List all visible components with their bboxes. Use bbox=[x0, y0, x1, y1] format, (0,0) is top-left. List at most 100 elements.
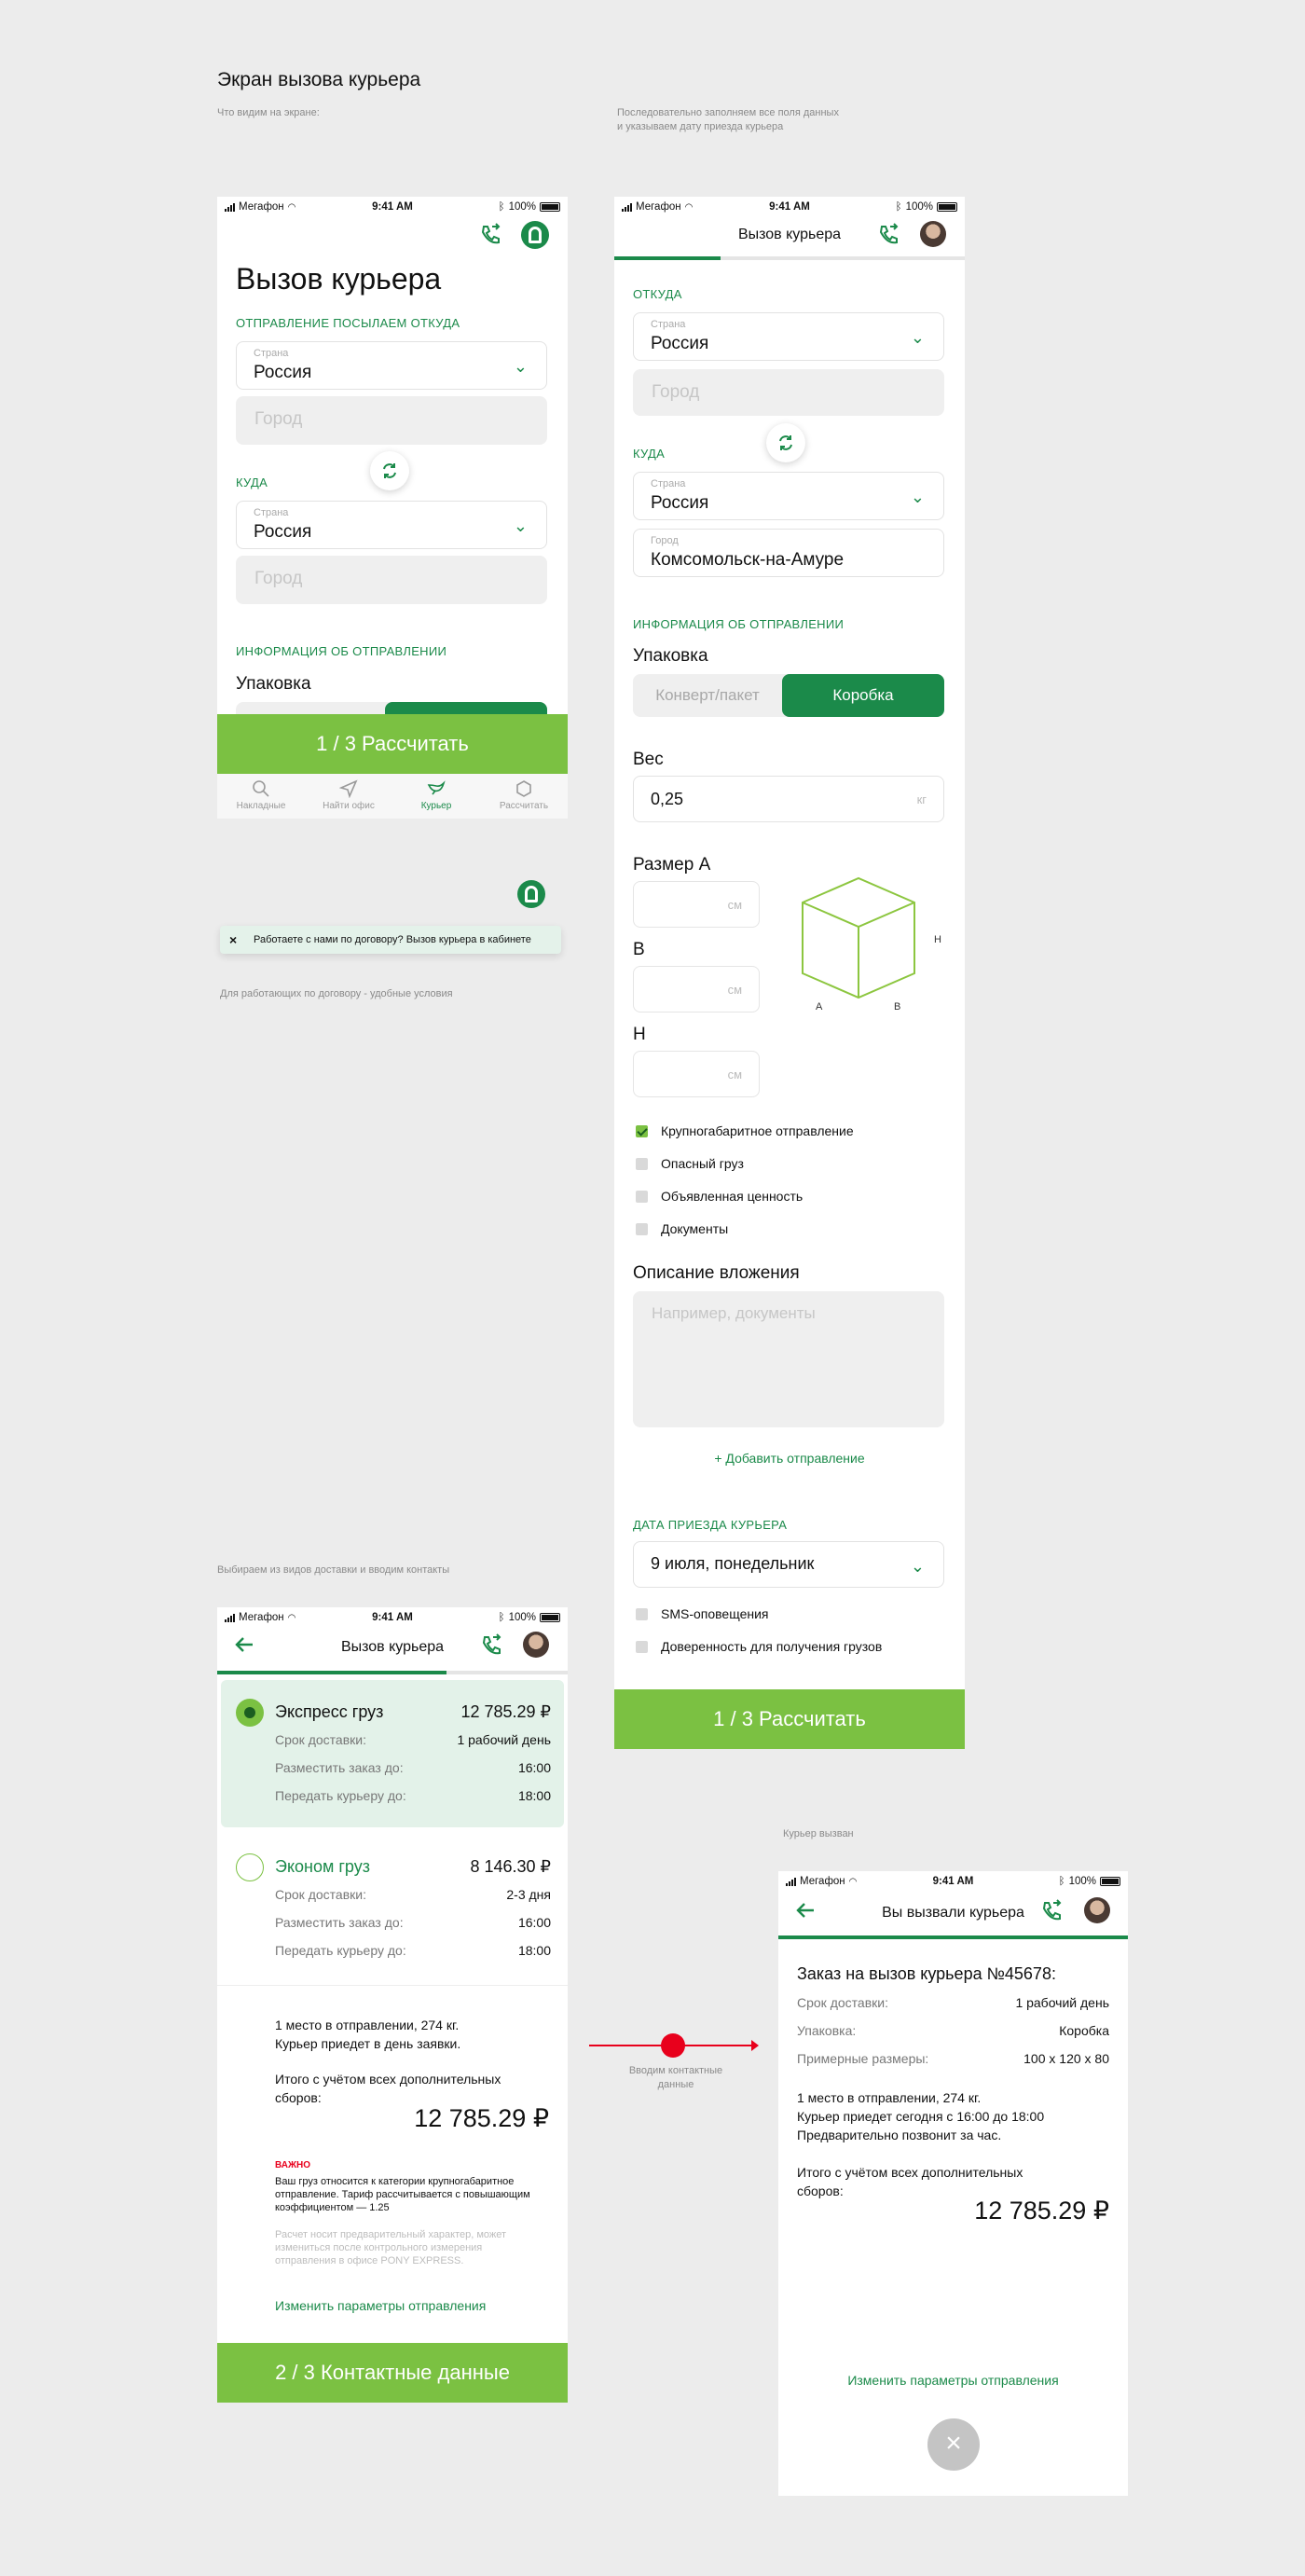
avatar[interactable] bbox=[523, 1632, 549, 1658]
profile-avatar[interactable] bbox=[517, 880, 545, 908]
row-value: 2-3 дня bbox=[506, 1887, 551, 1902]
checkbox-label: Объявленная ценность bbox=[661, 1189, 804, 1204]
summary-text: 1 место в отправлении, 274 кг. Курьер пр… bbox=[275, 2016, 460, 2053]
change-params-link[interactable]: Изменить параметры отправления bbox=[275, 2298, 486, 2313]
size-b-input[interactable]: см bbox=[633, 966, 760, 1012]
add-shipment-link[interactable]: + Добавить отправление bbox=[614, 1451, 965, 1466]
packaging-option-envelope[interactable]: Конверт/пакет bbox=[633, 674, 782, 717]
status-bar: Мегафон ◠ 9:41 AM ᛒ 100% bbox=[778, 1871, 1128, 1892]
radio-unselected[interactable] bbox=[236, 1853, 264, 1881]
description-textarea[interactable]: Например, документы bbox=[633, 1291, 944, 1427]
row-key: Срок доставки: bbox=[275, 1887, 366, 1902]
swap-direction-button[interactable] bbox=[766, 423, 805, 462]
row-value: 1 рабочий день bbox=[1015, 1995, 1109, 2010]
avatar[interactable] bbox=[920, 221, 946, 247]
calculate-button[interactable]: 1 / 3 Рассчитать bbox=[614, 1689, 965, 1749]
city-input-from[interactable]: Город bbox=[236, 396, 547, 445]
size-h-input[interactable]: см bbox=[633, 1051, 760, 1097]
battery-percent: 100% bbox=[508, 201, 536, 213]
header-title: Вызов курьера bbox=[340, 1639, 445, 1655]
tab-invoices[interactable]: Накладные bbox=[217, 774, 305, 819]
disclaimer-line: отправления в офисе PONY EXPRESS. bbox=[275, 2255, 464, 2266]
checkbox-icon bbox=[636, 1157, 648, 1170]
close-button[interactable]: × bbox=[927, 2418, 980, 2471]
chevron-down-icon: ⌄ bbox=[910, 1557, 925, 1576]
battery-icon bbox=[1100, 1877, 1120, 1886]
checkbox-power-of-attorney[interactable]: Доверенность для получения грузов bbox=[636, 1639, 882, 1654]
avatar[interactable] bbox=[1084, 1897, 1110, 1923]
section-from: ОТПРАВЛЕНИЕ ПОСЫЛАЕМ ОТКУДА bbox=[236, 316, 460, 330]
city-input-from[interactable]: Город bbox=[633, 369, 944, 416]
country-select-from[interactable]: Страна Россия ⌄ bbox=[633, 312, 944, 361]
disclaimer-text: Расчет носит предварительный характер, м… bbox=[275, 2228, 506, 2267]
phone-call-icon[interactable] bbox=[1039, 1899, 1064, 1928]
option-name: Экспресс груз bbox=[275, 1702, 384, 1721]
row-key: Примерные размеры: bbox=[797, 2051, 929, 2066]
tab-calculate[interactable]: Рассчитать bbox=[480, 774, 568, 819]
tab-find-office[interactable]: Найти офис bbox=[305, 774, 392, 819]
row-key: Передать курьеру до: bbox=[275, 1788, 406, 1803]
profile-avatar[interactable] bbox=[521, 221, 549, 249]
important-text: Ваш груз относится к категории крупногаб… bbox=[275, 2175, 530, 2214]
info-line: Предварительно позвонит за час. bbox=[797, 2128, 1002, 2142]
flow-dot bbox=[661, 2033, 685, 2058]
country-select-from[interactable]: Страна Россия ⌄ bbox=[236, 341, 547, 390]
section-from: ОТКУДА bbox=[633, 287, 682, 301]
radio-selected[interactable] bbox=[236, 1699, 264, 1727]
country-select-to[interactable]: Страна Россия ⌄ bbox=[236, 501, 547, 549]
location-arrow-icon bbox=[338, 779, 358, 799]
close-icon: × bbox=[945, 2428, 962, 2459]
note-fill-fields: Последовательно заполняем все поля данны… bbox=[617, 106, 839, 134]
page-title: Экран вызова курьера bbox=[217, 69, 421, 90]
field-value: Россия bbox=[651, 334, 709, 353]
packaging-label: Упаковка bbox=[633, 646, 708, 666]
checkbox-documents[interactable]: Документы bbox=[636, 1221, 728, 1236]
phone-call-icon[interactable] bbox=[876, 223, 900, 252]
delivery-option-express[interactable]: Экспресс груз 12 785.29 ₽ Срок доставки:… bbox=[221, 1680, 564, 1827]
toast-text[interactable]: Работаете с нами по договору? Вызов курь… bbox=[254, 926, 531, 954]
checkbox-dangerous[interactable]: Опасный груз bbox=[636, 1156, 744, 1171]
calculate-button[interactable]: 1 / 3 Рассчитать bbox=[217, 714, 568, 774]
summary-line: Курьер приедет в день заявки. bbox=[275, 2036, 461, 2051]
option-price: 12 785.29 ₽ bbox=[460, 1702, 551, 1721]
change-params-link[interactable]: Изменить параметры отправления bbox=[778, 2373, 1128, 2388]
header-title: Вызов курьера bbox=[737, 227, 842, 242]
close-icon[interactable]: × bbox=[229, 926, 237, 954]
flow-label-line: данные bbox=[657, 2079, 694, 2090]
cube-label-h: H bbox=[934, 934, 941, 945]
courier-date-select[interactable]: 9 июля, понедельник ⌄ bbox=[633, 1541, 944, 1588]
header-title: Вы вызвали курьера bbox=[882, 1905, 1024, 1921]
total-caption-line: Итого с учётом всех дополнительных bbox=[797, 2165, 1023, 2180]
field-value: Россия bbox=[254, 363, 312, 382]
contact-details-button[interactable]: 2 / 3 Контактные данные bbox=[217, 2343, 568, 2403]
field-label: Страна bbox=[651, 319, 686, 330]
country-select-to[interactable]: Страна Россия ⌄ bbox=[633, 472, 944, 520]
field-value: Россия bbox=[254, 522, 312, 542]
checkbox-sms[interactable]: SMS-оповещения bbox=[636, 1606, 769, 1621]
checkbox-declared-value[interactable]: Объявленная ценность bbox=[636, 1189, 803, 1204]
phone-call-icon[interactable] bbox=[479, 1633, 503, 1662]
flow-arrow-head-icon bbox=[751, 2040, 759, 2051]
unit-label: см bbox=[727, 898, 742, 912]
field-label: Страна bbox=[254, 507, 289, 518]
total-caption: Итого с учётом всех дополнительных сборо… bbox=[275, 2070, 501, 2107]
city-input-to[interactable]: Город Комсомольск-на-Амуре bbox=[633, 529, 944, 577]
size-a-input[interactable]: см bbox=[633, 881, 760, 928]
packaging-option-box[interactable]: Коробка bbox=[782, 674, 944, 717]
cube-label-a: A bbox=[816, 1001, 823, 1012]
checkbox-oversized[interactable]: Крупногабаритное отправление bbox=[636, 1123, 854, 1138]
battery-icon bbox=[540, 1613, 560, 1622]
phone-call-icon[interactable] bbox=[478, 223, 502, 252]
weight-input[interactable]: 0,25 кг bbox=[633, 776, 944, 822]
row-value: 16:00 bbox=[517, 1760, 551, 1775]
bottom-tab-bar: Накладные Найти офис Курьер Рассчитать bbox=[217, 774, 568, 819]
battery-icon bbox=[937, 202, 957, 212]
tab-courier[interactable]: Курьер bbox=[392, 774, 480, 819]
summary-line: 1 место в отправлении, 274 кг. bbox=[275, 2018, 460, 2032]
city-input-to[interactable]: Город bbox=[236, 556, 547, 604]
swap-direction-button[interactable] bbox=[370, 451, 409, 490]
weight-label: Вес bbox=[633, 750, 664, 769]
checkbox-icon bbox=[636, 1222, 648, 1235]
field-value: 0,25 bbox=[651, 790, 684, 808]
delivery-option-economy[interactable]: Эконом груз 8 146.30 ₽ Срок доставки: 2-3… bbox=[221, 1835, 564, 1982]
